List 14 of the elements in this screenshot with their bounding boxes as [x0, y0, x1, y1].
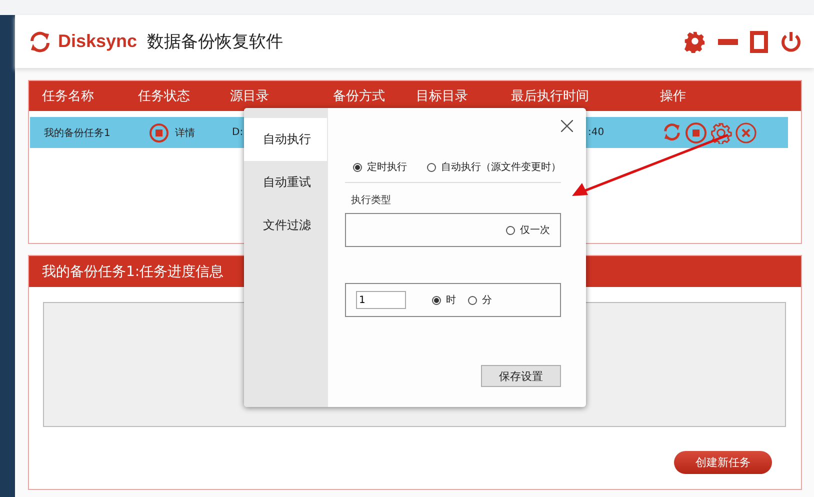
column-header: 目标目录 [416, 88, 469, 105]
app-subtitle: 数据备份恢复软件 [147, 31, 284, 53]
field-label: 执行类型 [351, 194, 392, 207]
source-path: D: [232, 127, 244, 138]
last-run-time: :40 [587, 127, 606, 138]
column-header: 操作 [660, 88, 687, 105]
column-header: 备份方式 [333, 88, 386, 105]
column-header: 源目录 [230, 88, 270, 105]
task-name: 我的备份任务1 [44, 126, 112, 140]
panel-title: 我的备份任务1:任务进度信息 [42, 262, 224, 280]
column-header: 任务名称 [42, 88, 95, 105]
column-header: 任务状态 [138, 88, 191, 105]
app-name: Disksync [58, 31, 138, 52]
column-header: 最后执行时间 [511, 88, 590, 105]
